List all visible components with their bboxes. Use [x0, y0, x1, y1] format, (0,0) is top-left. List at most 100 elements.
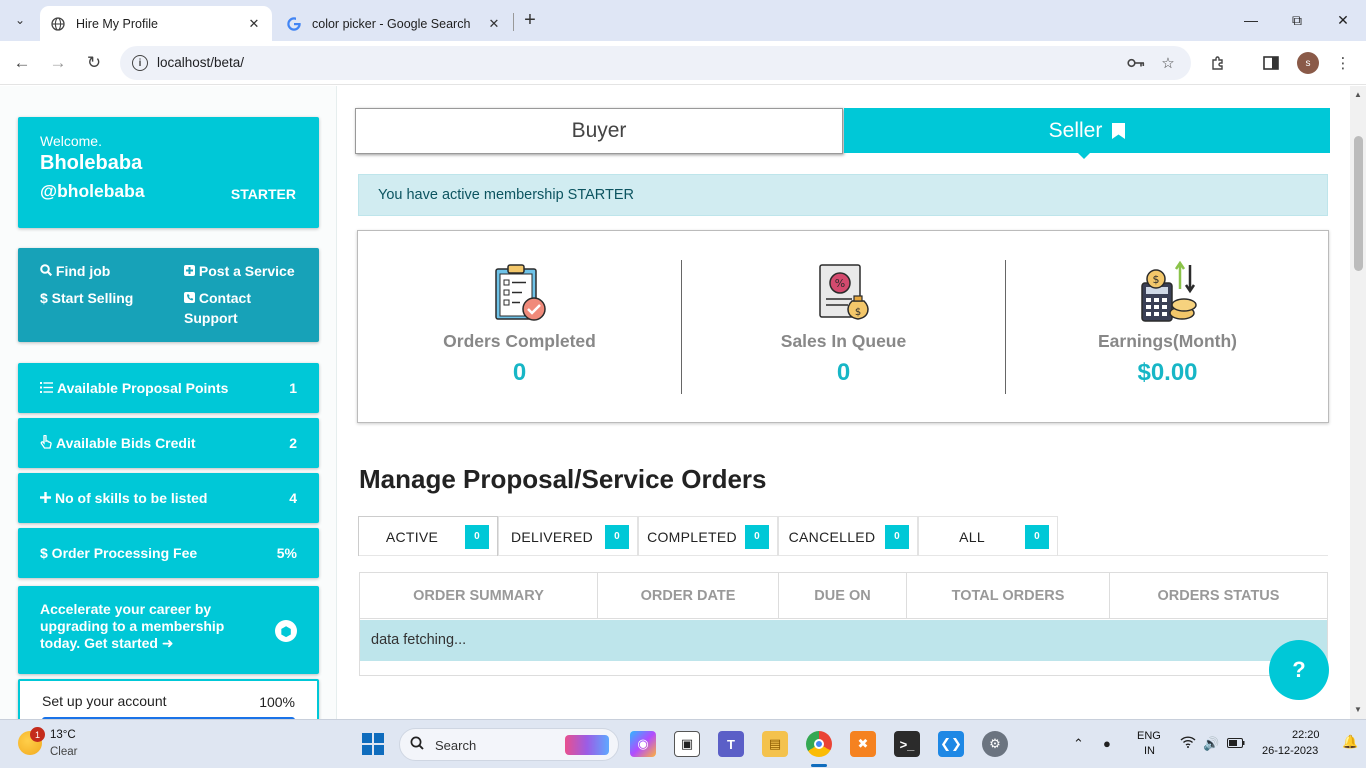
upgrade-card[interactable]: Accelerate your career by upgrading to a…: [18, 586, 319, 674]
tab-completed-orders[interactable]: COMPLETED 0: [638, 516, 778, 556]
start-selling-link[interactable]: $ Start Selling: [40, 288, 133, 308]
volume-icon[interactable]: 🔊: [1203, 736, 1219, 752]
tab-label: ACTIVE: [385, 528, 439, 545]
stat-value: 5%: [276, 545, 297, 561]
table-status-row: data fetching...: [360, 620, 1327, 661]
tab-label: ALL: [959, 528, 985, 545]
tab-all-orders[interactable]: ALL 0: [918, 516, 1058, 556]
skills-card[interactable]: No of skills to be listed 4: [18, 473, 319, 523]
tab-active-orders[interactable]: ACTIVE 0: [358, 516, 498, 556]
buyer-toggle[interactable]: Buyer: [355, 108, 843, 154]
plus-icon: [40, 490, 51, 506]
processing-fee-card[interactable]: $ Order Processing Fee 5%: [18, 528, 319, 578]
count-badge: 0: [465, 524, 489, 549]
stat-value: 0: [512, 359, 527, 386]
language-line2[interactable]: IN: [1144, 745, 1155, 757]
vscode-icon[interactable]: ❮❯: [938, 731, 964, 757]
search-highlight-icon: [565, 735, 609, 755]
scroll-thumb[interactable]: [1354, 136, 1363, 271]
proposal-points-card[interactable]: Available Proposal Points 1: [18, 363, 319, 413]
notifications-bell-icon[interactable]: 🔔: [1342, 734, 1358, 750]
taskbar-search[interactable]: Search: [399, 728, 619, 761]
page-content: Welcome. Bholebaba @bholebaba STARTER Fi…: [0, 86, 1366, 719]
forward-button[interactable]: →: [44, 49, 72, 77]
active-app-indicator: [811, 764, 827, 767]
bids-credit-card[interactable]: Available Bids Credit 2: [18, 418, 319, 468]
setup-account-card[interactable]: Set up your account 100%: [18, 679, 319, 719]
key-icon[interactable]: [1126, 53, 1146, 73]
file-explorer-icon[interactable]: ▤: [762, 731, 788, 757]
stat-value: $0.00: [1137, 359, 1198, 386]
count-badge: 0: [605, 524, 629, 549]
upgrade-cta[interactable]: today. Get started: [40, 635, 158, 651]
side-panel-icon[interactable]: [1260, 52, 1282, 74]
seller-toggle[interactable]: Seller: [844, 108, 1330, 159]
tab-google-search[interactable]: color picker - Google Search ✕: [276, 6, 512, 41]
stat-value: 4: [289, 490, 297, 506]
profile-avatar[interactable]: s: [1297, 52, 1319, 74]
windows-start-icon[interactable]: [362, 733, 384, 755]
close-icon[interactable]: ✕: [244, 14, 264, 34]
post-service-link[interactable]: Post a Service: [184, 261, 295, 281]
search-placeholder: Search: [435, 738, 477, 753]
earnings-stat: $ Earnings(Month) $0.00: [1006, 231, 1329, 424]
task-view-icon[interactable]: ▣: [674, 731, 700, 757]
find-job-link[interactable]: Find job: [40, 261, 110, 281]
weather-temp[interactable]: 13°C: [50, 729, 76, 741]
tab-search-button[interactable]: ⌄: [6, 7, 34, 33]
browser-menu-icon[interactable]: ⋮: [1332, 52, 1354, 74]
minimize-button[interactable]: —: [1228, 6, 1274, 34]
notification-badge: 1: [30, 727, 45, 742]
restore-button[interactable]: ⧉: [1274, 6, 1320, 34]
copilot-icon[interactable]: ◉: [630, 731, 656, 757]
wifi-icon[interactable]: [1180, 736, 1196, 751]
svg-text:$: $: [855, 307, 861, 318]
new-tab-button[interactable]: +: [518, 8, 542, 32]
contact-support-link[interactable]: Contact Support: [184, 288, 251, 328]
site-info-icon[interactable]: i: [132, 55, 148, 71]
address-bar[interactable]: i localhost/beta/ ☆: [120, 46, 1191, 80]
bookmark-star-icon[interactable]: ☆: [1158, 53, 1178, 73]
back-button[interactable]: ←: [8, 49, 36, 77]
hexagon-icon: ⬢: [275, 620, 297, 642]
svg-text:%: %: [835, 277, 845, 290]
scroll-up-icon[interactable]: ▲: [1353, 90, 1363, 100]
settings-gear-icon[interactable]: ⚙: [982, 731, 1008, 757]
chrome-icon[interactable]: [806, 731, 832, 757]
tab-separator: [513, 13, 514, 31]
list-icon: [40, 380, 53, 396]
tab-title: Hire My Profile: [76, 16, 158, 31]
close-window-button[interactable]: ✕: [1320, 6, 1366, 34]
help-button[interactable]: ?: [1269, 640, 1329, 700]
clock-time[interactable]: 22:20: [1292, 729, 1320, 741]
tab-delivered-orders[interactable]: DELIVERED 0: [498, 516, 638, 556]
invoice-moneybag-icon: % $: [812, 261, 876, 325]
start-selling-label: $ Start Selling: [40, 290, 134, 306]
stat-label: Sales In Queue: [780, 331, 907, 351]
globe-icon: [50, 16, 66, 32]
page-scrollbar[interactable]: ▲ ▼: [1350, 86, 1366, 719]
close-icon[interactable]: ✕: [484, 14, 504, 34]
tab-label: CANCELLED: [788, 528, 876, 545]
stat-label: No of skills to be listed: [55, 490, 208, 506]
tab-hire-my-profile[interactable]: Hire My Profile ✕: [40, 6, 272, 41]
network-globe-icon[interactable]: ●: [1103, 736, 1111, 751]
weather-desc[interactable]: Clear: [50, 746, 77, 758]
welcome-card: Welcome. Bholebaba @bholebaba STARTER: [18, 117, 319, 228]
seller-label: Seller: [1048, 118, 1103, 142]
extensions-icon[interactable]: [1207, 52, 1229, 74]
table-header: ORDER SUMMARY ORDER DATE DUE ON TOTAL OR…: [360, 573, 1327, 619]
column-header: ORDER DATE: [598, 573, 779, 619]
reload-button[interactable]: ↻: [80, 49, 108, 77]
clock-date[interactable]: 26-12-2023: [1262, 745, 1318, 757]
xampp-icon[interactable]: ✖: [850, 731, 876, 757]
welcome-label: Welcome.: [40, 133, 102, 149]
battery-icon[interactable]: [1227, 736, 1245, 751]
terminal-icon[interactable]: >_: [894, 731, 920, 757]
language-line1[interactable]: ENG: [1137, 730, 1161, 742]
tab-cancelled-orders[interactable]: CANCELLED 0: [778, 516, 918, 556]
teams-icon[interactable]: T: [718, 731, 744, 757]
chevron-up-icon[interactable]: ⌃: [1073, 736, 1084, 752]
scroll-down-icon[interactable]: ▼: [1353, 705, 1363, 715]
post-service-label: Post a Service: [198, 263, 295, 279]
